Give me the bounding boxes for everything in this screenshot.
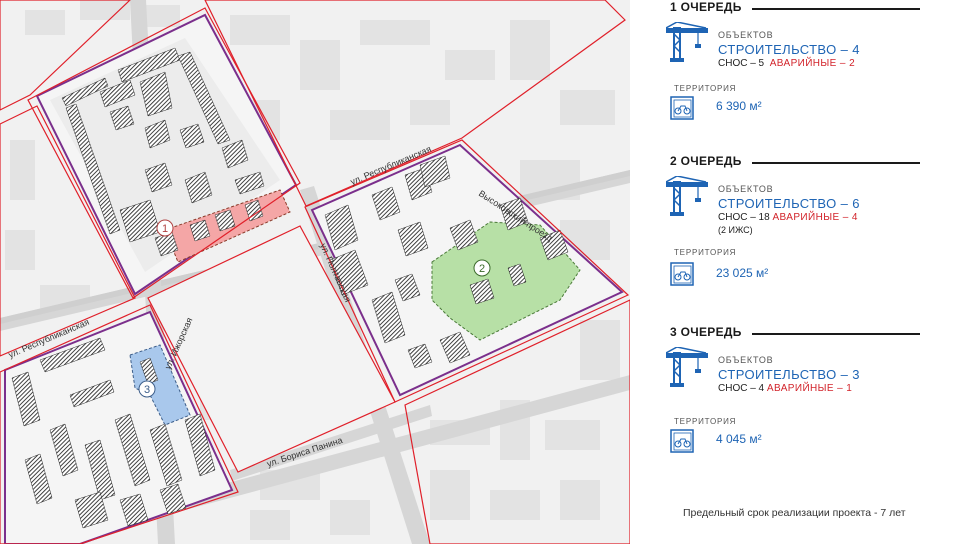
divider [752, 8, 920, 10]
zone-2-label: 2 [479, 263, 485, 275]
phase-title: 1 ОЧЕРЕДЬ [670, 0, 742, 14]
demolition-count: СНОС – 18 АВАРИЙНЫЕ – 4 [718, 212, 858, 223]
divider [752, 333, 920, 335]
objects-label: ОБЪЕКТОВ [718, 184, 774, 194]
build-count: СТРОИТЕЛЬСТВО – 6 [718, 196, 860, 211]
build-count: СТРОИТЕЛЬСТВО – 3 [718, 367, 860, 382]
phase-2: 2 ОЧЕРЕДЬ ОБЪЕКТОВ СТРОИТЕЛЬСТВО – 6 СНО… [666, 154, 960, 286]
objects-label: ОБЪЕКТОВ [718, 355, 774, 365]
territory-value: 6 390 м² [716, 99, 762, 113]
phase-3: 3 ОЧЕРЕДЬ ОБЪЕКТОВ СТРОИТЕЛЬСТВО – 3 СНО… [666, 325, 960, 453]
phase-1: 1 ОЧЕРЕДЬ ОБЪЕКТОВ СТРОИТЕЛЬСТВО – 4 СНО… [666, 0, 960, 120]
demolition-count: СНОС – 5 АВАРИЙНЫЕ – 2 [718, 58, 855, 69]
demolition-value: СНОС – 18 [718, 212, 770, 223]
deadline-note: Предельный срок реализации проекта - 7 л… [683, 507, 906, 519]
crane-icon [666, 176, 708, 216]
site-map: 1 2 3 ул. Республиканская ул. Республика… [0, 0, 630, 544]
zone-3-label: 3 [144, 384, 150, 396]
territory-label: ТЕРРИТОРИЯ [674, 84, 737, 93]
emergency-value: АВАРИЙНЫЕ – 2 [769, 58, 856, 69]
phase-title: 2 ОЧЕРЕДЬ [670, 154, 742, 168]
territory-label: ТЕРРИТОРИЯ [674, 417, 737, 426]
bicycle-territory-icon [670, 96, 694, 120]
phase-title: 3 ОЧЕРЕДЬ [670, 325, 742, 339]
territory-label: ТЕРРИТОРИЯ [674, 248, 737, 257]
territory-value: 4 045 м² [716, 432, 762, 446]
bicycle-territory-icon [670, 429, 694, 453]
demolition-value: СНОС – 5 [718, 58, 765, 69]
zone-1-label: 1 [162, 223, 168, 235]
demolition-value: СНОС – 4 [718, 383, 765, 394]
crane-icon [666, 347, 708, 387]
bicycle-territory-icon [670, 262, 694, 286]
divider [752, 162, 920, 164]
emergency-value: АВАРИЙНЫЕ – 1 [766, 383, 853, 394]
izhs-note: (2 ИЖС) [718, 225, 753, 235]
objects-label: ОБЪЕКТОВ [718, 30, 774, 40]
build-count: СТРОИТЕЛЬСТВО – 4 [718, 42, 860, 57]
emergency-value: АВАРИЙНЫЕ – 4 [772, 212, 858, 223]
info-panel: 1 ОЧЕРЕДЬ ОБЪЕКТОВ СТРОИТЕЛЬСТВО – 4 СНО… [630, 0, 968, 544]
demolition-count: СНОС – 4 АВАРИЙНЫЕ – 1 [718, 383, 852, 394]
crane-icon [666, 22, 708, 62]
territory-value: 23 025 м² [716, 266, 769, 280]
